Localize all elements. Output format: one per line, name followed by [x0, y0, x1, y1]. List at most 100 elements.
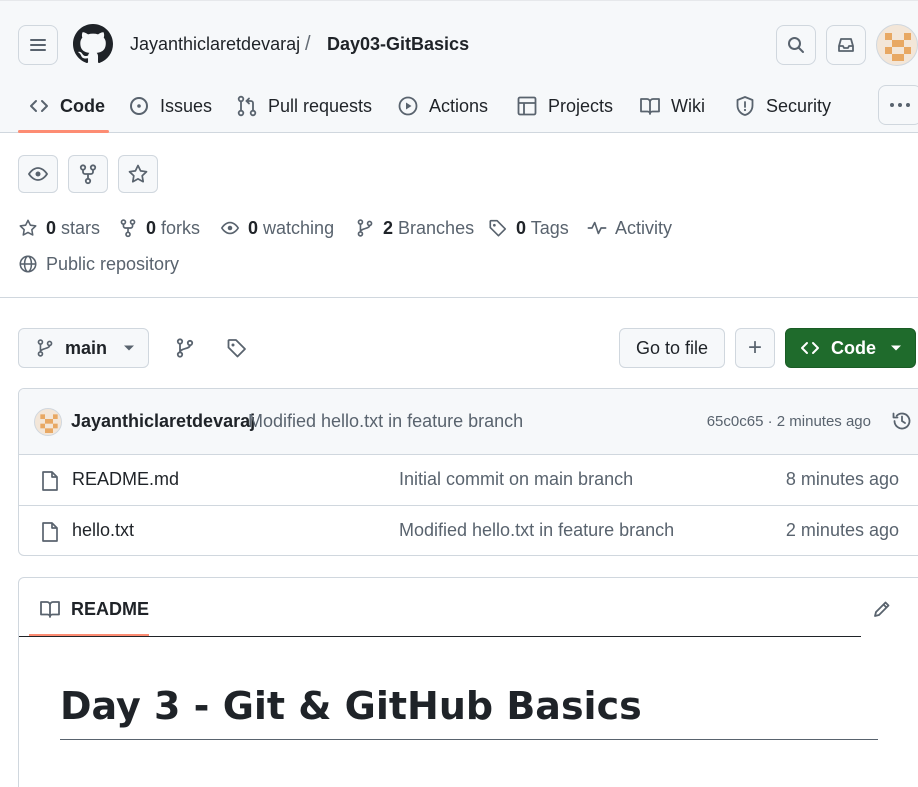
- forks-count[interactable]: 0 forks: [118, 217, 200, 239]
- menu-button[interactable]: [18, 25, 58, 65]
- tab-security-label: Security: [766, 95, 832, 116]
- issue-icon: [130, 97, 148, 115]
- tab-projects-label: Projects: [548, 95, 614, 116]
- watching-count[interactable]: 0 watching: [220, 217, 334, 239]
- heading-rule: [60, 739, 878, 740]
- github-logo-icon[interactable]: [73, 24, 113, 64]
- tags-count[interactable]: 0 Tags: [488, 217, 569, 239]
- fork-icon: [79, 164, 97, 185]
- add-file-button[interactable]: +: [735, 328, 775, 368]
- search-button[interactable]: [776, 25, 816, 65]
- tab-issues[interactable]: Issues: [128, 94, 212, 118]
- file-name-link[interactable]: README.md: [72, 469, 179, 490]
- file-commit-message[interactable]: Initial commit on main branch: [399, 469, 633, 490]
- file-icon: [42, 522, 58, 542]
- tags-link[interactable]: [226, 337, 248, 359]
- tab-pull-requests-label: Pull requests: [268, 95, 373, 116]
- branches-label: Branches: [398, 217, 475, 238]
- activity-link[interactable]: Activity: [587, 217, 672, 239]
- commit-author[interactable]: Jayanthiclaretdevaraj: [71, 411, 255, 432]
- path-separator: /: [305, 33, 311, 55]
- fork-button[interactable]: [68, 155, 108, 193]
- edit-readme-button[interactable]: [871, 598, 893, 620]
- tab-actions[interactable]: Actions: [397, 94, 488, 118]
- file-name-link[interactable]: hello.txt: [72, 520, 134, 541]
- caret-down-icon: [124, 345, 135, 351]
- code-icon: [30, 100, 48, 112]
- tab-code-label: Code: [60, 95, 105, 116]
- table-row[interactable]: hello.txt Modified hello.txt in feature …: [19, 506, 918, 555]
- visibility-status: Public repository: [18, 253, 179, 275]
- branches-number: 2: [383, 217, 394, 238]
- star-icon: [128, 164, 148, 183]
- file-commit-message[interactable]: Modified hello.txt in feature branch: [399, 520, 674, 541]
- readme-tab[interactable]: README: [39, 598, 149, 620]
- watch-button[interactable]: [18, 155, 58, 193]
- play-icon: [398, 96, 418, 116]
- readme-panel: README Day 3 - Git & GitHub Basics: [18, 577, 918, 787]
- tab-wiki-label: Wiki: [671, 95, 705, 116]
- stars-count[interactable]: 0 stars: [18, 217, 100, 239]
- more-tabs-button[interactable]: [878, 85, 918, 125]
- go-to-file-button[interactable]: Go to file: [619, 328, 725, 368]
- commit-hash-time[interactable]: 65c0c65 · 2 minutes ago: [707, 413, 871, 430]
- shield-icon: [736, 96, 754, 116]
- user-avatar[interactable]: [876, 24, 918, 66]
- tab-security[interactable]: Security: [734, 94, 831, 118]
- forks-number: 0: [146, 217, 157, 238]
- search-icon: [788, 37, 804, 53]
- history-button[interactable]: [891, 410, 913, 432]
- file-commit-time: 8 minutes ago: [785, 469, 899, 489]
- plus-icon: +: [747, 334, 762, 361]
- pulse-icon: [587, 221, 607, 235]
- latest-commit-bar: Jayanthiclaretdevaraj Modified hello.txt…: [19, 389, 918, 455]
- tab-projects[interactable]: Projects: [516, 94, 613, 118]
- tab-code[interactable]: Code: [28, 94, 105, 118]
- tab-issues-label: Issues: [160, 95, 213, 116]
- star-button[interactable]: [118, 155, 158, 193]
- tab-wiki[interactable]: Wiki: [639, 94, 705, 118]
- watching-number: 0: [248, 217, 259, 238]
- branch-icon: [176, 338, 194, 358]
- forks-label: forks: [161, 217, 201, 238]
- eye-icon: [220, 221, 240, 235]
- stars-label: stars: [61, 217, 101, 238]
- section-divider: [0, 297, 918, 298]
- file-icon: [42, 471, 58, 491]
- book-icon: [640, 98, 660, 115]
- tags-label: Tags: [530, 217, 569, 238]
- activity-label: Activity: [615, 217, 673, 238]
- go-to-file-label: Go to file: [635, 337, 709, 358]
- history-icon: [892, 412, 911, 430]
- branch-icon: [37, 339, 53, 357]
- watching-label: watching: [263, 217, 335, 238]
- readme-tab-label: README: [71, 598, 150, 619]
- repo-owner-link[interactable]: Jayanthiclaretdevaraj: [130, 34, 300, 55]
- table-row[interactable]: README.md Initial commit on main branch …: [19, 455, 918, 506]
- repo-name-link[interactable]: Day03-GitBasics: [327, 34, 469, 55]
- tab-actions-label: Actions: [429, 95, 489, 116]
- tab-pull-requests[interactable]: Pull requests: [236, 94, 372, 118]
- visibility-label: Public repository: [46, 253, 180, 274]
- commit-message[interactable]: Modified hello.txt in feature branch: [248, 411, 523, 432]
- branch-select-button[interactable]: main: [18, 328, 149, 368]
- pull-request-icon: [237, 95, 257, 117]
- branch-icon: [357, 219, 373, 237]
- star-icon: [19, 219, 37, 236]
- inbox-button[interactable]: [826, 25, 866, 65]
- table-icon: [517, 96, 537, 116]
- globe-icon: [19, 255, 37, 273]
- tag-icon: [227, 339, 246, 358]
- book-icon: [40, 601, 60, 618]
- pencil-icon: [874, 601, 890, 617]
- readme-heading: Day 3 - Git & GitHub Basics: [60, 684, 642, 728]
- branches-link[interactable]: [174, 337, 196, 359]
- commit-author-avatar[interactable]: [34, 408, 62, 436]
- file-commit-time: 2 minutes ago: [785, 520, 899, 540]
- branches-count[interactable]: 2 Branches: [355, 217, 474, 239]
- inbox-icon: [838, 38, 854, 52]
- caret-down-icon: [891, 345, 901, 351]
- kebab-horizontal-icon: [890, 103, 910, 107]
- code-dropdown-button[interactable]: Code: [785, 328, 916, 368]
- eye-icon: [27, 167, 49, 181]
